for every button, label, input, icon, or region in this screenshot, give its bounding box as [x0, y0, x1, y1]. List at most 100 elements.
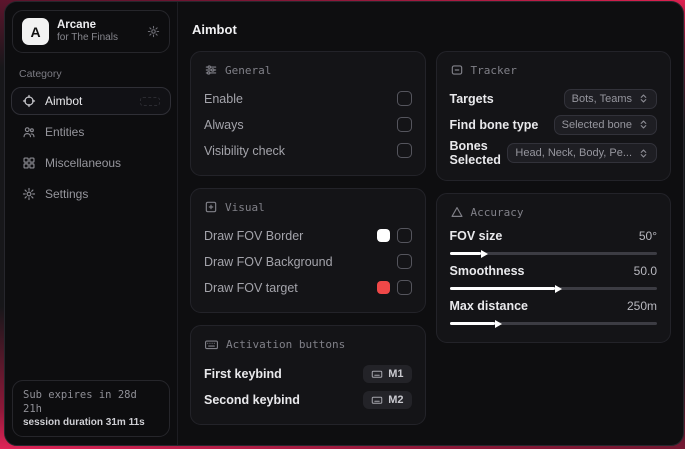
profile-card: A Arcane for The Finals	[12, 10, 170, 53]
setting-row-targets: Targets Bots, Teams	[449, 87, 657, 110]
sidebar-item-aimbot[interactable]: Aimbot	[11, 87, 171, 115]
setting-row-draw-fov-border: Draw FOV Border	[204, 224, 412, 247]
setting-label: FOV size	[449, 229, 503, 243]
bones-selected-select[interactable]: Head, Neck, Body, Pe...	[507, 143, 657, 163]
keybind-value: M2	[388, 393, 404, 406]
card-title: Tracker	[470, 63, 517, 77]
setting-label: Always	[204, 117, 244, 132]
setting-row-first-keybind: First keybind M1	[204, 362, 412, 385]
card-title: Accuracy	[470, 205, 524, 219]
card-title: Visual	[225, 200, 265, 214]
accuracy-card: Accuracy FOV size 50° Smoothness 50.0 Ma…	[435, 193, 671, 343]
profile-text: Arcane for The Finals	[57, 19, 139, 44]
category-label: Category	[19, 68, 62, 80]
setting-row-draw-fov-background: Draw FOV Background	[204, 250, 412, 273]
visual-card: Visual Draw FOV Border Draw FOV Backgrou…	[190, 188, 426, 313]
keybind-value: M1	[388, 367, 404, 380]
sidebar-item-miscellaneous[interactable]: Miscellaneous	[11, 149, 171, 177]
smoothness-slider[interactable]	[449, 284, 657, 293]
fov-size-value: 50°	[638, 229, 657, 243]
setting-row-enable: Enable	[204, 87, 412, 110]
setting-row-always: Always	[204, 113, 412, 136]
targets-select[interactable]: Bots, Teams	[563, 88, 657, 109]
sidebar-item-label: Miscellaneous	[45, 156, 122, 170]
sidebar-item-label: Settings	[45, 187, 89, 201]
setting-label: Targets	[449, 91, 494, 106]
sidebar-item-entities[interactable]: Entities	[11, 118, 171, 146]
setting-label: Draw FOV target	[204, 280, 298, 295]
setting-label: Draw FOV Background	[204, 254, 333, 269]
sub-expiry-text: Sub expires in 28d 21h	[23, 389, 137, 415]
draw-fov-background-checkbox[interactable]	[396, 254, 412, 269]
app-subtitle: for The Finals	[57, 32, 118, 43]
setting-label: Bones Selected	[449, 139, 501, 167]
sidebar: A Arcane for The Finals Category Aimbot …	[5, 2, 178, 445]
card-title: General	[225, 63, 272, 77]
find-bone-type-select[interactable]: Selected bone	[553, 114, 657, 135]
triangle-icon	[450, 205, 464, 219]
app-name: Arcane	[57, 19, 96, 31]
setting-label: First keybind	[204, 366, 282, 381]
sliders-icon	[204, 63, 218, 77]
slider-fill	[449, 249, 488, 258]
app-logo: A	[22, 18, 49, 45]
frame-plus-icon	[204, 200, 218, 214]
sidebar-item-label: Entities	[45, 125, 85, 139]
setting-label: Enable	[204, 91, 243, 106]
app-window: A Arcane for The Finals Category Aimbot …	[4, 1, 684, 446]
chevrons-up-down-icon	[638, 148, 649, 159]
first-keybind-button[interactable]: M1	[363, 364, 412, 383]
max-distance-value: 250m	[626, 299, 657, 313]
visibility-check-checkbox[interactable]	[396, 143, 412, 158]
gear-icon[interactable]	[147, 25, 160, 38]
fov-border-color-swatch[interactable]	[376, 229, 390, 242]
select-value: Head, Neck, Body, Pe...	[515, 147, 632, 159]
slider-fill	[449, 319, 503, 328]
page-title: Aimbot	[192, 22, 237, 37]
setting-row-draw-fov-target: Draw FOV target	[204, 276, 412, 299]
select-value: Selected bone	[561, 118, 632, 131]
setting-label: Second keybind	[204, 392, 300, 407]
setting-row-fov-size: FOV size 50°	[449, 229, 657, 258]
chevrons-up-down-icon	[638, 93, 649, 104]
slider-thumb[interactable]	[555, 284, 563, 293]
sidebar-nav: Aimbot Entities Miscellaneous Settings	[5, 87, 177, 208]
keyboard-icon	[371, 368, 383, 380]
draw-fov-target-checkbox[interactable]	[396, 280, 412, 295]
setting-row-bones-selected: Bones Selected Head, Neck, Body, Pe...	[449, 139, 657, 167]
setting-label: Max distance	[449, 299, 529, 313]
keyboard-icon	[204, 337, 219, 352]
keybind-hint-placeholder	[140, 96, 160, 106]
max-distance-slider[interactable]	[449, 319, 657, 328]
general-card: General Enable Always Visibility check	[190, 51, 426, 176]
setting-row-second-keybind: Second keybind M2	[204, 388, 412, 411]
setting-row-visibility-check: Visibility check	[204, 139, 412, 162]
chevrons-up-down-icon	[638, 119, 649, 130]
second-keybind-button[interactable]: M2	[363, 390, 412, 409]
subscription-card: Sub expires in 28d 21h session duration …	[12, 380, 170, 437]
setting-row-find-bone-type: Find bone type Selected bone	[449, 113, 657, 136]
sidebar-item-settings[interactable]: Settings	[11, 180, 171, 208]
crosshair-icon	[22, 94, 36, 108]
main-content: Aimbot General Enable Always Visibility …	[178, 2, 683, 445]
activation-buttons-card: Activation buttons First keybind M1 Seco…	[190, 325, 426, 425]
fov-target-color-swatch[interactable]	[376, 281, 390, 294]
setting-label: Find bone type	[449, 117, 539, 132]
enable-checkbox[interactable]	[396, 91, 412, 106]
slider-thumb[interactable]	[495, 319, 503, 328]
setting-label: Draw FOV Border	[204, 228, 304, 243]
select-value: Bots, Teams	[571, 92, 632, 105]
sidebar-item-label: Aimbot	[45, 94, 83, 108]
always-checkbox[interactable]	[396, 117, 412, 132]
slider-fill	[449, 284, 563, 293]
slider-thumb[interactable]	[480, 249, 488, 258]
setting-label: Smoothness	[449, 264, 525, 278]
session-duration-text: session duration 31m 11s	[23, 417, 145, 428]
minus-square-icon	[450, 63, 464, 77]
setting-row-max-distance: Max distance 250m	[449, 299, 657, 328]
keyboard-icon	[371, 394, 383, 406]
setting-label: Visibility check	[204, 143, 286, 158]
draw-fov-border-checkbox[interactable]	[396, 228, 412, 243]
gear-icon	[22, 187, 36, 201]
fov-size-slider[interactable]	[449, 249, 657, 258]
